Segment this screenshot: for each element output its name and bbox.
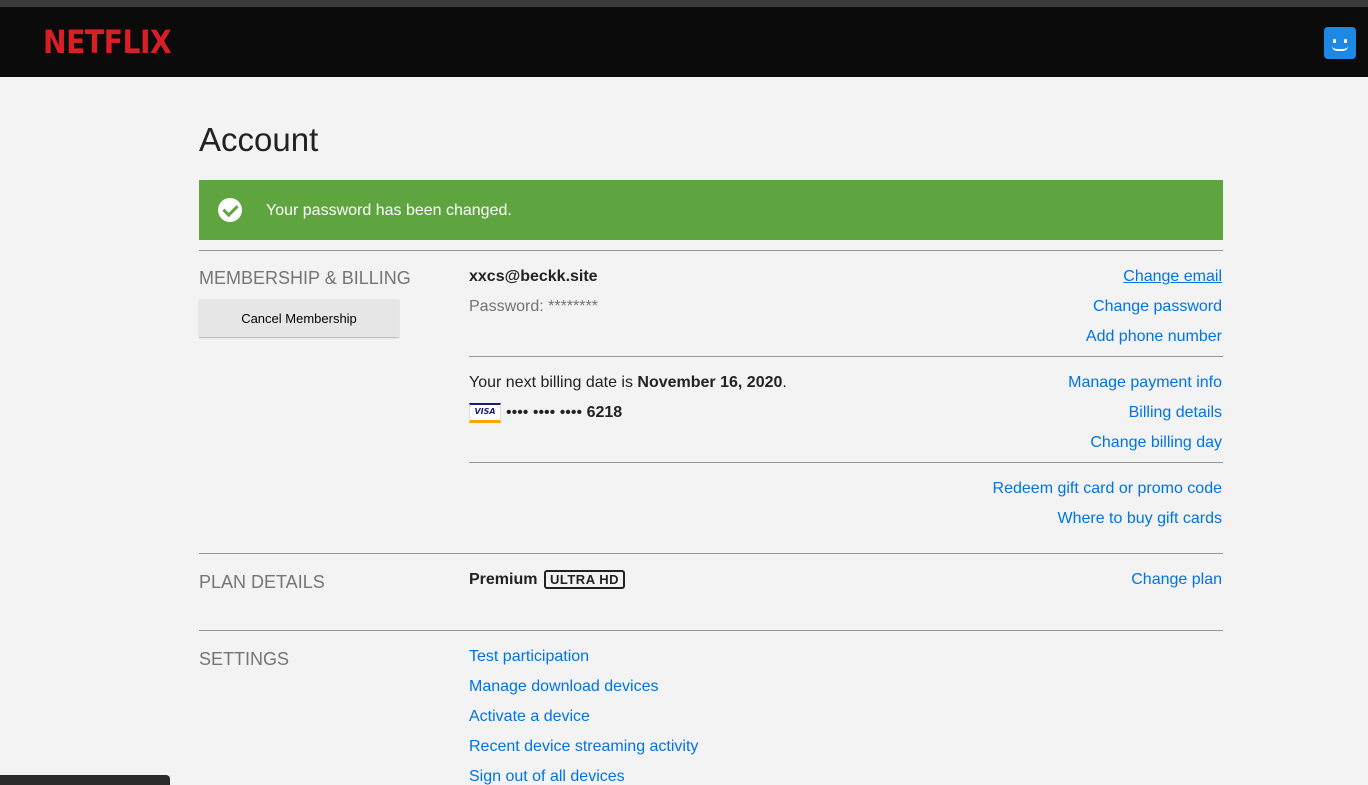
card-number: •••• •••• •••• 6218 xyxy=(506,403,622,423)
subsection-divider xyxy=(469,462,1223,463)
card-last4: 6218 xyxy=(586,404,623,421)
avatar-eye xyxy=(1344,39,1347,43)
top-nav-bar: NETFLIX xyxy=(0,7,1368,77)
change-plan-link[interactable]: Change plan xyxy=(1131,570,1222,590)
redeem-gift-card-link[interactable]: Redeem gift card or promo code xyxy=(993,479,1222,499)
add-phone-link[interactable]: Add phone number xyxy=(1086,327,1222,347)
section-divider xyxy=(199,630,1223,631)
avatar-mouth xyxy=(1332,46,1348,51)
billing-date: November 16, 2020 xyxy=(637,374,783,391)
buy-gift-cards-link[interactable]: Where to buy gift cards xyxy=(1057,509,1222,529)
test-participation-link[interactable]: Test participation xyxy=(469,647,589,667)
settings-section-label: SETTINGS xyxy=(199,649,290,669)
streaming-activity-link[interactable]: Recent device streaming activity xyxy=(469,737,698,757)
change-password-link[interactable]: Change password xyxy=(1093,297,1222,317)
plan-section-label: PLAN DETAILS xyxy=(199,572,325,592)
check-circle-icon xyxy=(218,198,242,222)
section-divider xyxy=(199,553,1223,554)
change-email-link[interactable]: Change email xyxy=(1123,267,1222,287)
billing-details-link[interactable]: Billing details xyxy=(1129,403,1222,423)
account-email: xxcs@beckk.site xyxy=(469,268,598,285)
sign-out-all-devices-link[interactable]: Sign out of all devices xyxy=(469,767,625,785)
subsection-divider xyxy=(469,356,1223,357)
card-mask: •••• •••• •••• xyxy=(506,404,583,421)
section-divider xyxy=(199,250,1223,251)
plan-name: Premium xyxy=(469,571,538,588)
success-banner: Your password has been changed. xyxy=(199,180,1223,240)
avatar-eye xyxy=(1333,39,1336,43)
change-billing-day-link[interactable]: Change billing day xyxy=(1090,433,1222,453)
visa-card-icon: VISA xyxy=(469,403,501,423)
window-top-strip xyxy=(0,0,1368,7)
page-title: Account xyxy=(199,121,319,158)
success-message: Your password has been changed. xyxy=(266,202,512,219)
membership-section-label: MEMBERSHIP & BILLING xyxy=(199,268,411,288)
activate-device-link[interactable]: Activate a device xyxy=(469,707,590,727)
browser-status-bar xyxy=(0,775,170,785)
billing-suffix: . xyxy=(782,374,787,391)
profile-avatar-icon[interactable] xyxy=(1324,27,1356,59)
manage-payment-link[interactable]: Manage payment info xyxy=(1068,373,1222,393)
next-billing-date: Your next billing date is November 16, 2… xyxy=(469,373,787,393)
ultra-hd-badge: ULTRA HD xyxy=(544,570,625,589)
manage-download-devices-link[interactable]: Manage download devices xyxy=(469,677,658,697)
billing-prefix: Your next billing date is xyxy=(469,374,638,391)
account-password: Password: ******** xyxy=(469,298,598,315)
cancel-membership-button[interactable]: Cancel Membership xyxy=(199,299,399,337)
netflix-logo[interactable]: NETFLIX xyxy=(43,24,172,60)
